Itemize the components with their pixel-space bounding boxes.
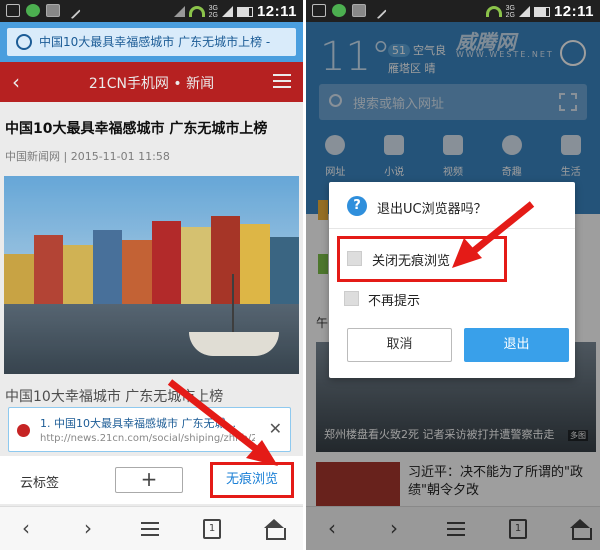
url-field-text: 中国10大最具幸福感城市 广东无城市上榜 -	[39, 35, 271, 49]
close-incognito-label: 关闭无痕浏览	[372, 254, 451, 269]
close-incognito-checkbox[interactable]	[347, 251, 362, 266]
wechat-icon	[26, 4, 40, 17]
image-icon	[352, 4, 366, 17]
network-3g-label: 3G	[505, 4, 515, 12]
notification-icon	[6, 4, 20, 17]
cloud-tabs-button[interactable]: 云标签	[20, 472, 59, 491]
wifi-icon	[188, 6, 205, 17]
exit-dialog: ? 退出UC浏览器吗？ 关闭无痕浏览 不再提示 取消 退出	[329, 182, 575, 378]
battery-icon	[236, 6, 253, 17]
address-bar: 中国10大最具幸福感城市 广东无城市上榜 -	[0, 22, 303, 62]
open-tab-card[interactable]: 1. 中国10大最具幸福感城市 广东无城... http://news.21cn…	[8, 407, 291, 452]
close-tab-icon[interactable]: ✕	[269, 419, 282, 438]
image-icon	[46, 4, 60, 17]
status-clock: 12:11	[553, 3, 594, 20]
notification-icon	[312, 4, 326, 17]
network-2g-label: 2G	[208, 11, 218, 19]
tab-manager-toolbar: 云标签 + 无痕浏览	[0, 456, 303, 504]
network-2g-label: 2G	[505, 11, 515, 19]
nav-tabs-button[interactable]: 1	[200, 517, 224, 541]
question-icon: ?	[347, 196, 367, 216]
signal-icon	[221, 6, 233, 17]
left-phone-screen: 3G 2G 12:11 中国10大最具幸福感城市 广东无城市上榜 - ‹ 21CN…	[0, 0, 303, 550]
network-3g-label: 3G	[208, 4, 218, 12]
exit-button[interactable]: 退出	[464, 328, 569, 362]
uc-browser-icon	[16, 34, 32, 50]
battery-icon	[533, 6, 550, 17]
dont-ask-again-label: 不再提示	[368, 294, 421, 309]
tab-title: 1. 中国10大最具幸福感城市 广东无城...	[40, 417, 236, 430]
edit-icon	[63, 1, 81, 20]
site-favicon-icon	[17, 424, 30, 437]
status-bar: 3G 2G 12:11	[0, 0, 303, 22]
tab-url: http://news.21cn.com/social/shiping/zhnb…	[40, 433, 255, 444]
close-incognito-option[interactable]: 关闭无痕浏览	[337, 236, 507, 282]
signal-icon	[518, 6, 530, 17]
nav-menu-button[interactable]	[138, 517, 162, 541]
edit-icon	[369, 1, 387, 20]
nav-forward-icon[interactable]: ›	[76, 517, 100, 541]
wifi-icon	[485, 6, 502, 17]
cancel-button[interactable]: 取消	[347, 328, 452, 362]
incognito-mode-button[interactable]: 无痕浏览	[210, 462, 294, 498]
silent-icon	[173, 6, 185, 17]
home-icon	[264, 519, 286, 540]
wechat-icon	[332, 4, 346, 17]
nav-home-button[interactable]	[262, 517, 286, 541]
tabs-count-icon: 1	[203, 519, 221, 539]
status-clock: 12:11	[256, 3, 297, 20]
dont-ask-again-option[interactable]: 不再提示	[344, 288, 464, 310]
nav-back-icon[interactable]: ‹	[14, 517, 38, 541]
menu-icon	[141, 522, 159, 536]
status-bar: 3G 2G 12:11	[306, 0, 600, 22]
screenshot-root: 3G 2G 12:11 中国10大最具幸福感城市 广东无城市上榜 - ‹ 21CN…	[0, 0, 600, 550]
dialog-title: 退出UC浏览器吗？	[377, 202, 487, 217]
url-field[interactable]: 中国10大最具幸福感城市 广东无城市上榜 -	[7, 28, 296, 56]
new-tab-button[interactable]: +	[115, 467, 183, 493]
dont-ask-again-checkbox[interactable]	[344, 291, 359, 306]
right-phone-screen: 3G 2G 12:11 11° 51 空气良 雁塔区 晴 威腾网 WWW.WESTE…	[306, 0, 600, 550]
bottom-nav: ‹ › 1	[0, 506, 303, 550]
